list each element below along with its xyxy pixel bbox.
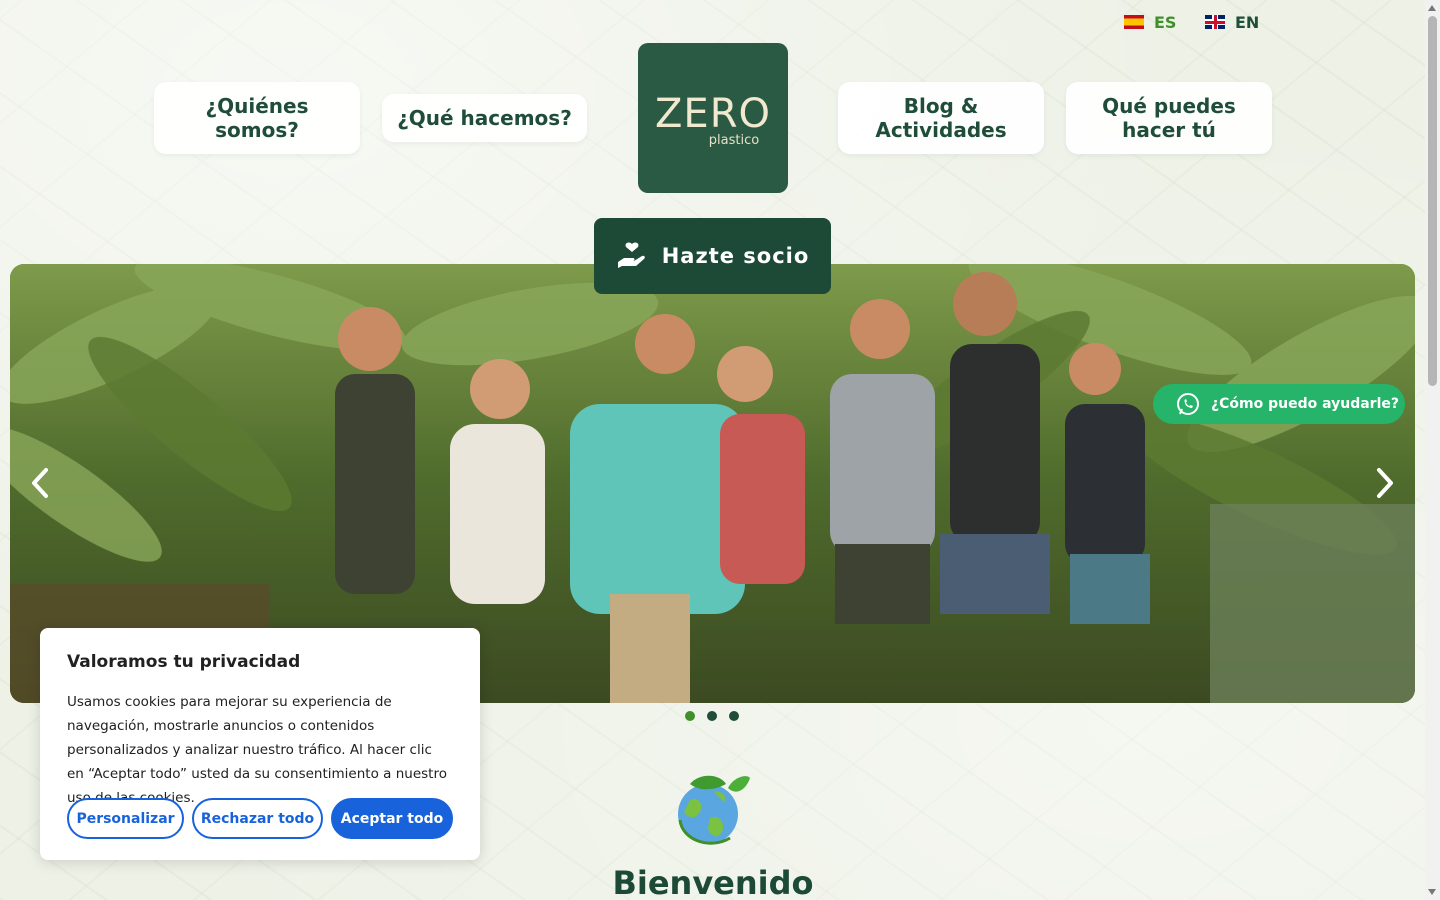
carousel-next-arrow[interactable] bbox=[1373, 466, 1397, 500]
carousel-dot-2[interactable] bbox=[707, 711, 717, 721]
carousel-prev-arrow[interactable] bbox=[28, 466, 52, 500]
logo-wordmark: ZERO bbox=[655, 91, 771, 137]
nav-blog-label: Blog & Actividades bbox=[875, 94, 1007, 142]
nav-que-puedes-hacer[interactable]: Qué puedes hacer tú bbox=[1066, 82, 1272, 154]
carousel-dot-1[interactable] bbox=[685, 711, 695, 721]
uk-flag-icon bbox=[1205, 15, 1225, 29]
nav-que-hacemos[interactable]: ¿Qué hacemos? bbox=[382, 94, 587, 142]
nav-blog-actividades[interactable]: Blog & Actividades bbox=[838, 82, 1044, 154]
spain-flag-icon bbox=[1124, 15, 1144, 29]
whatsapp-chat-button[interactable]: ¿Cómo puedo ayudarle? bbox=[1153, 384, 1405, 424]
scroll-up-arrow-icon[interactable] bbox=[1428, 5, 1436, 11]
carousel-dots bbox=[685, 711, 739, 721]
language-es-link[interactable]: ES bbox=[1124, 12, 1176, 32]
page-scrollbar[interactable] bbox=[1425, 0, 1440, 900]
logo-subtitle: plastico bbox=[708, 133, 760, 148]
hand-heart-icon bbox=[617, 242, 645, 268]
language-en-label: EN bbox=[1235, 12, 1260, 32]
cookie-consent-banner: Valoramos tu privacidad Usamos cookies p… bbox=[40, 628, 480, 860]
earth-leaves-icon bbox=[678, 775, 750, 845]
zero-plastico-logo[interactable]: ZERO plastico bbox=[638, 43, 788, 193]
nav-quienes-somos[interactable]: ¿Quiénes somos? bbox=[154, 82, 360, 154]
scrollbar-thumb[interactable] bbox=[1428, 16, 1437, 386]
scroll-down-arrow-icon[interactable] bbox=[1428, 889, 1436, 895]
language-en-link[interactable]: EN bbox=[1205, 12, 1259, 32]
cookie-title: Valoramos tu privacidad bbox=[67, 652, 301, 672]
language-es-label: ES bbox=[1154, 12, 1177, 32]
nav-que-label: ¿Qué hacemos? bbox=[397, 106, 572, 130]
nav-puedes-label: Qué puedes hacer tú bbox=[1102, 94, 1236, 142]
accept-all-button[interactable]: Aceptar todo bbox=[331, 798, 453, 839]
hazte-socio-label: Hazte socio bbox=[661, 244, 810, 268]
reject-all-button[interactable]: Rechazar todo bbox=[192, 798, 323, 839]
hazte-socio-button[interactable]: Hazte socio bbox=[594, 218, 831, 294]
nav-quienes-label: ¿Quiénes somos? bbox=[205, 94, 309, 142]
customize-cookies-button[interactable]: Personalizar bbox=[67, 798, 184, 839]
cookie-button-row: Personalizar Rechazar todo Aceptar todo bbox=[67, 798, 453, 839]
whatsapp-label: ¿Cómo puedo ayudarle? bbox=[1211, 396, 1399, 412]
welcome-heading: Bienvenido bbox=[612, 864, 814, 900]
cookie-description: Usamos cookies para mejorar su experienc… bbox=[67, 694, 447, 806]
whatsapp-icon bbox=[1177, 393, 1199, 415]
carousel-dot-3[interactable] bbox=[729, 711, 739, 721]
